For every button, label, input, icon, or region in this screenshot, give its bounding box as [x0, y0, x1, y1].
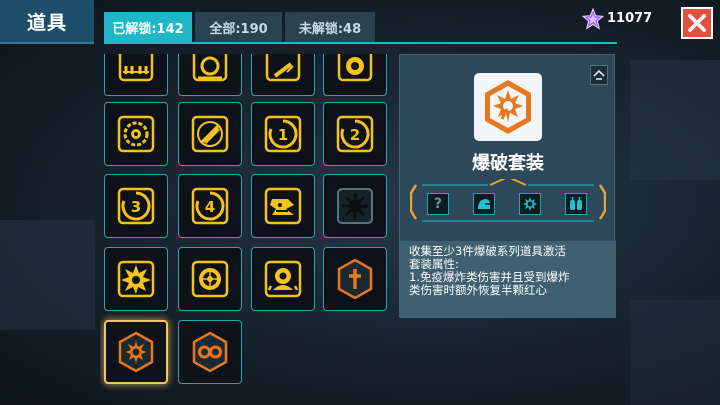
set-item-explosion[interactable]: [519, 193, 541, 215]
explosion-set-icon: [485, 80, 531, 134]
partial-item-icon: [118, 54, 154, 82]
item-slot[interactable]: 4: [178, 174, 242, 238]
item-slot[interactable]: [323, 247, 387, 311]
orange-hex-cross-icon: [337, 258, 373, 300]
number-circle-icon: 4: [191, 187, 229, 225]
explosion-gear-icon: [523, 197, 537, 211]
partial-item-icon: [265, 54, 301, 82]
close-icon: [688, 14, 706, 32]
purple-star-icon: [582, 7, 604, 30]
tab-unlocked[interactable]: 已解锁:142: [104, 12, 192, 42]
explosion-splash-icon: [117, 260, 155, 298]
share-icon: [593, 69, 605, 80]
item-slot[interactable]: [251, 247, 315, 311]
gear-ring-icon: [117, 115, 155, 153]
monster-rune-icon: [264, 187, 302, 225]
currency-display: 11077: [582, 7, 661, 30]
currency-value: 11077: [607, 11, 653, 26]
item-grid: 1 2 3 4: [100, 54, 395, 405]
item-number: 4: [205, 198, 215, 216]
set-item-bombs[interactable]: [565, 193, 587, 215]
item-number: 2: [350, 126, 360, 144]
helmet-icon: [478, 199, 490, 209]
number-circle-icon: 2: [336, 115, 374, 153]
flower-orb-icon: [191, 260, 229, 298]
set-item-helmet[interactable]: [473, 193, 495, 215]
tab-bar: 已解锁:142 全部:190 未解锁:48: [104, 12, 378, 42]
page-title: 道具: [0, 0, 94, 44]
item-slot[interactable]: [323, 174, 387, 238]
item-slot[interactable]: [104, 247, 168, 311]
number-circle-icon: 3: [117, 187, 155, 225]
robot-bomb-icon: [264, 260, 302, 298]
item-slot[interactable]: [178, 320, 242, 384]
item-slot[interactable]: [251, 54, 315, 96]
item-name: 爆破套装: [472, 153, 544, 174]
item-detail-panel: 爆破套装 ? 收集至少3件爆破系列道具激活 套装属性: 1.免疫爆炸类伤害并且受…: [399, 54, 616, 318]
share-button[interactable]: [590, 65, 608, 85]
detail-icon-frame: [474, 73, 542, 141]
number-circle-icon: 1: [264, 115, 302, 153]
close-button[interactable]: [681, 7, 713, 39]
tab-locked[interactable]: 未解锁:48: [285, 12, 375, 42]
set-items-bar: ?: [410, 179, 606, 225]
question-mark-icon: ?: [433, 196, 443, 212]
item-slot[interactable]: [323, 54, 387, 96]
blade-icon: [191, 115, 229, 153]
item-slot[interactable]: [178, 247, 242, 311]
description-line: 类伤害时额外恢复半颗红心: [409, 283, 547, 297]
background-block: [630, 300, 720, 405]
item-slot[interactable]: [104, 102, 168, 166]
partial-item-icon: [192, 54, 228, 82]
item-slot-selected[interactable]: [104, 320, 168, 384]
orange-hex-infinity-icon: [192, 331, 228, 373]
item-slot[interactable]: 2: [323, 102, 387, 166]
item-slot[interactable]: 3: [104, 174, 168, 238]
background-block: [0, 220, 95, 330]
background-block: [630, 60, 720, 180]
orange-hex-explosion-icon: [118, 331, 154, 373]
set-item-unknown[interactable]: ?: [427, 193, 449, 215]
item-slot[interactable]: [104, 54, 168, 96]
partial-item-icon: [337, 54, 373, 82]
item-number: 1: [278, 126, 288, 144]
twin-bombs-icon: [570, 197, 582, 210]
tab-underline: [104, 42, 617, 44]
item-slot[interactable]: 1: [251, 102, 315, 166]
item-number: 3: [131, 198, 141, 216]
item-slot[interactable]: [178, 102, 242, 166]
item-description: 收集至少3件爆破系列道具激活 套装属性: 1.免疫爆炸类伤害并且受到爆炸 类伤害…: [400, 241, 616, 318]
item-slot[interactable]: [251, 174, 315, 238]
dark-burst-icon: [337, 188, 373, 224]
item-slot[interactable]: [178, 54, 242, 96]
tab-all[interactable]: 全部:190: [195, 12, 282, 42]
